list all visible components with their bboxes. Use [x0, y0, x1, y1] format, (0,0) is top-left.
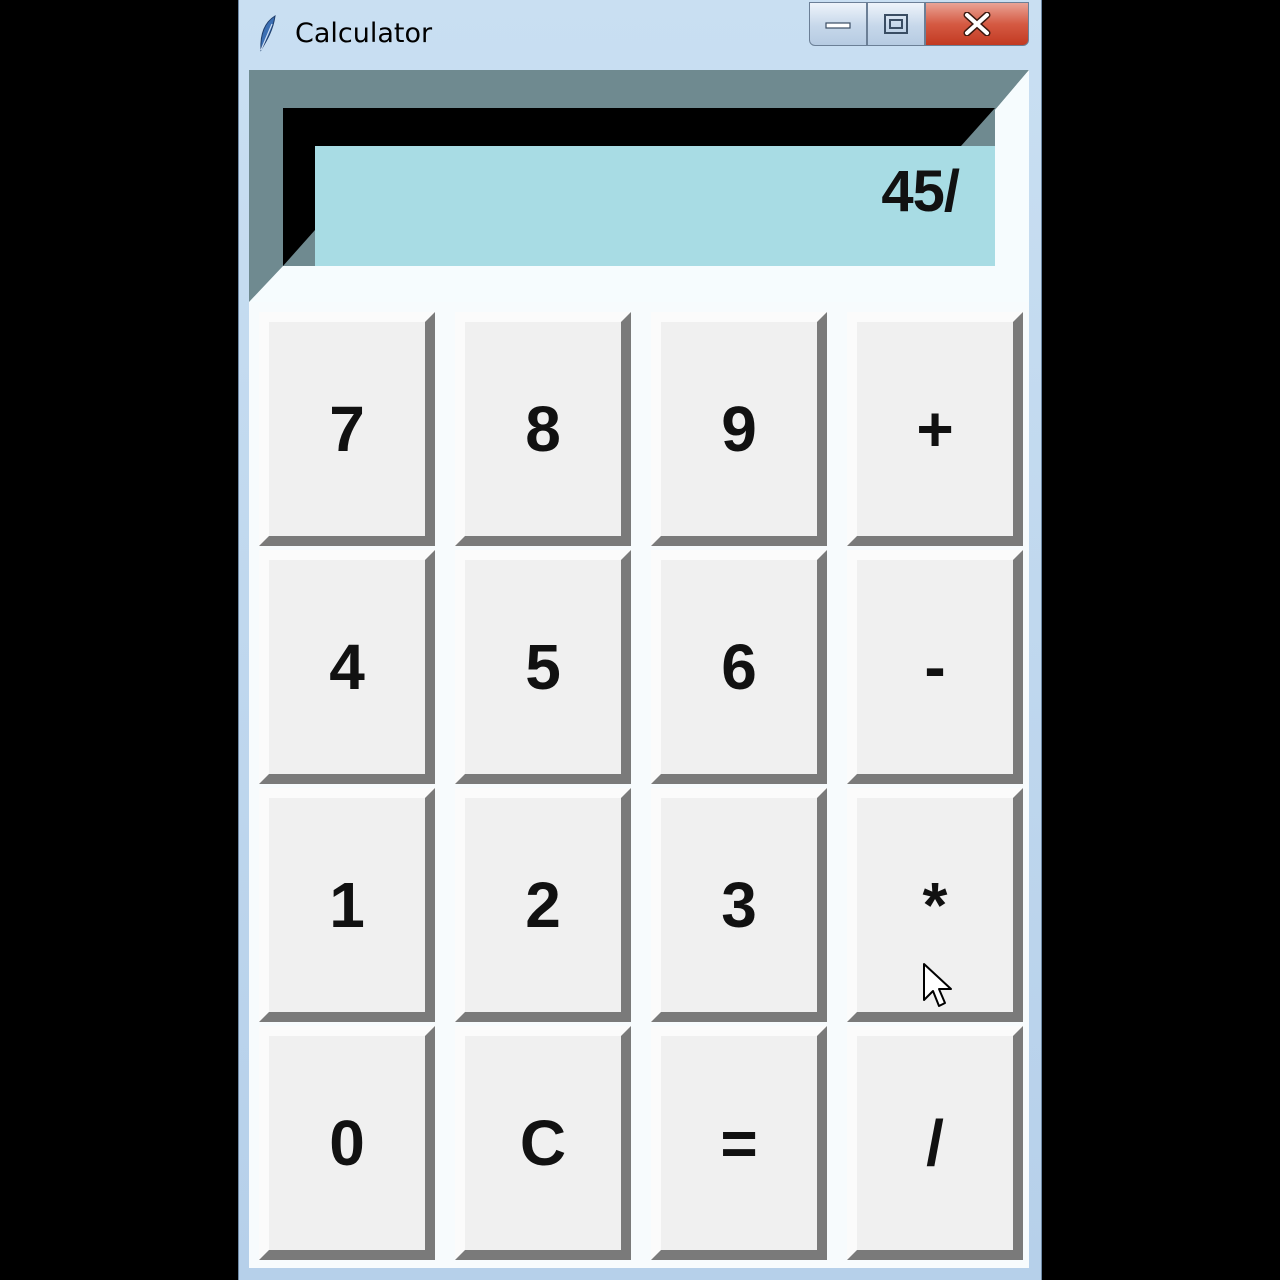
- display-value: 45/: [881, 159, 960, 224]
- key-4[interactable]: 4: [259, 550, 435, 784]
- keypad: 7 8 9 + 4 5 6 - 1 2 3 * 0 C = /: [249, 302, 1029, 1268]
- mouse-pointer-icon: [923, 963, 952, 1007]
- key-8[interactable]: 8: [455, 312, 631, 546]
- key-7[interactable]: 7: [259, 312, 435, 546]
- window-title: Calculator: [295, 18, 433, 49]
- close-button[interactable]: [925, 2, 1029, 46]
- key-plus[interactable]: +: [847, 312, 1023, 546]
- calculator-window: Calculator 45/ 7 8 9 + 4 5 6 - 1 2 3 * 0…: [238, 0, 1042, 1280]
- calculator-body: 45/ 7 8 9 + 4 5 6 - 1 2 3 * 0 C = /: [249, 70, 1029, 1268]
- key-2[interactable]: 2: [455, 788, 631, 1022]
- display-screen: 45/: [315, 146, 995, 266]
- key-divide[interactable]: /: [847, 1026, 1023, 1260]
- key-1[interactable]: 1: [259, 788, 435, 1022]
- key-3[interactable]: 3: [651, 788, 827, 1022]
- key-0[interactable]: 0: [259, 1026, 435, 1260]
- display-frame: 45/: [249, 70, 1029, 302]
- key-minus[interactable]: -: [847, 550, 1023, 784]
- feather-icon: [260, 15, 276, 52]
- maximize-icon: [884, 14, 908, 34]
- minimize-icon: [825, 22, 851, 29]
- key-5[interactable]: 5: [455, 550, 631, 784]
- maximize-button[interactable]: [867, 2, 925, 46]
- title-bar[interactable]: Calculator: [239, 0, 1041, 70]
- minimize-button[interactable]: [809, 2, 867, 46]
- close-icon: [963, 12, 991, 36]
- key-clear[interactable]: C: [455, 1026, 631, 1260]
- key-6[interactable]: 6: [651, 550, 827, 784]
- key-equals[interactable]: =: [651, 1026, 827, 1260]
- key-9[interactable]: 9: [651, 312, 827, 546]
